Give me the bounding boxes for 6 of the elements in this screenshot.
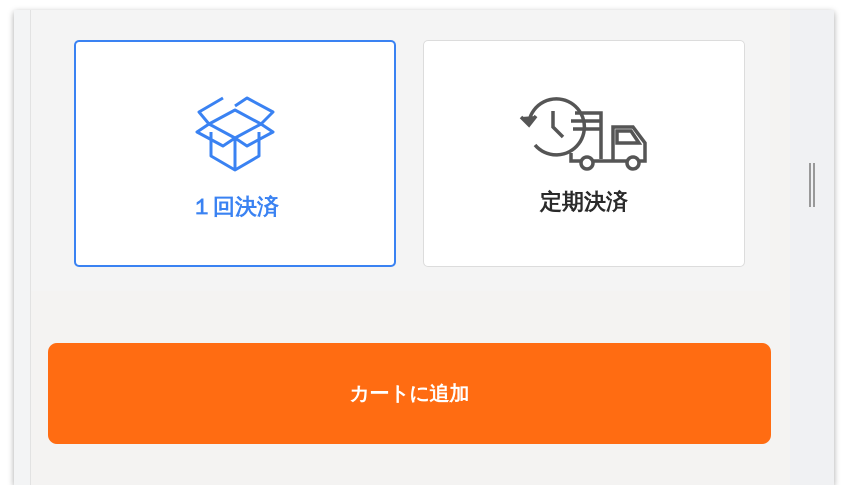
resize-handle-icon[interactable] — [808, 163, 816, 207]
option-label: 定期決済 — [540, 188, 628, 216]
option-label: １回決済 — [191, 194, 279, 222]
add-to-cart-button[interactable]: カートに追加 — [48, 343, 771, 444]
payment-option[interactable]: １回決済 — [74, 40, 396, 267]
payment-option[interactable]: 定期決済 — [423, 40, 745, 267]
